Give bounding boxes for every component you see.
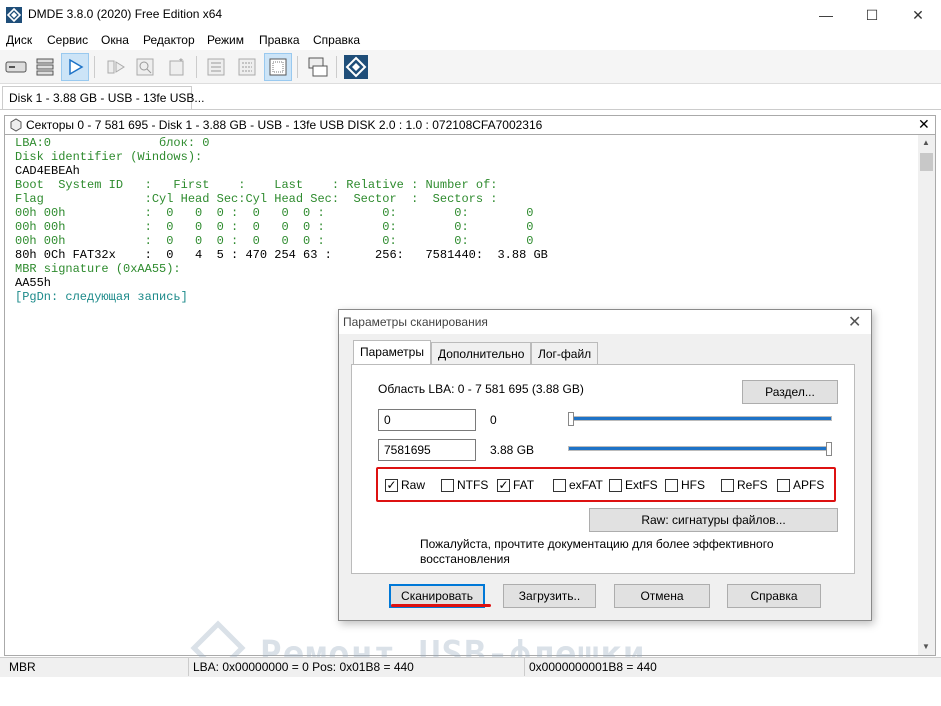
toolbar-separator xyxy=(196,56,197,78)
app-icon xyxy=(6,7,22,23)
toolbar-separator xyxy=(336,56,337,78)
close-button[interactable]: ✕ xyxy=(895,0,941,30)
help-button[interactable]: Справка xyxy=(727,584,821,608)
scan-icon[interactable] xyxy=(131,53,159,81)
menu-service[interactable]: Сервис xyxy=(47,33,88,47)
menu-editor[interactable]: Редактор xyxy=(143,33,195,47)
menu-help[interactable]: Справка xyxy=(313,33,360,47)
tab-divider xyxy=(0,109,941,110)
end-size-label: 3.88 GB xyxy=(490,443,535,457)
scroll-up-icon[interactable]: ▲ xyxy=(922,138,930,147)
table-icon[interactable] xyxy=(202,53,230,81)
sector-line: 00h 00h : 0 0 0 : 0 0 0 : 0: 0: 0 xyxy=(15,220,534,234)
disk-icon xyxy=(9,118,23,135)
scroll-thumb[interactable] xyxy=(920,153,933,171)
forward-icon[interactable] xyxy=(102,53,130,81)
end-slider-thumb[interactable] xyxy=(826,442,832,456)
list-icon[interactable] xyxy=(233,53,261,81)
status-divider xyxy=(188,658,189,676)
play-icon[interactable] xyxy=(61,53,89,81)
tab-advanced[interactable]: Дополнительно xyxy=(431,342,531,364)
sector-line: CAD4EBEAh xyxy=(15,164,80,178)
status-lba: LBA: 0x00000000 = 0 Pos: 0x01B8 = 440 xyxy=(193,660,414,674)
menu-windows[interactable]: Окна xyxy=(101,33,129,47)
lba-area-label: Область LBA: 0 - 7 581 695 (3.88 GB) xyxy=(378,382,584,396)
toolbar-separator xyxy=(297,56,298,78)
sector-line: [PgDn: следующая запись] xyxy=(15,290,188,304)
note-line-2: восстановления xyxy=(420,552,510,566)
sector-line: LBA:0 блок: 0 xyxy=(15,136,210,150)
highlight-box xyxy=(376,467,836,502)
highlight-underline xyxy=(391,604,491,607)
menu-disk[interactable]: Диск xyxy=(6,33,32,47)
status-offset: 0x0000000001B8 = 440 xyxy=(529,660,657,674)
menu-bar xyxy=(0,30,941,50)
tab-log-file[interactable]: Лог-файл xyxy=(531,342,598,364)
tab-disk[interactable]: Disk 1 - 3.88 GB - USB - 13fe USB... xyxy=(2,86,204,110)
sector-panel-close-icon[interactable]: ✕ xyxy=(918,116,930,133)
menu-edit[interactable]: Правка xyxy=(259,33,300,47)
vertical-scrollbar[interactable] xyxy=(918,135,935,655)
drive-icon[interactable] xyxy=(2,53,30,81)
tab-parameters[interactable]: Параметры xyxy=(353,340,431,365)
note-line-1: Пожалуйста, прочтите документацию для бо… xyxy=(420,537,774,551)
status-bar xyxy=(0,657,941,677)
copy-icon[interactable] xyxy=(304,53,332,81)
sector-text: LBA:0 блок: 0 Disk identifier (Windows): C… xyxy=(15,136,548,304)
dialog-title: Параметры сканирования xyxy=(343,315,488,329)
dialog-close-icon[interactable]: ✕ xyxy=(848,312,861,332)
dmde-logo-icon[interactable] xyxy=(342,53,370,81)
cancel-button[interactable]: Отмена xyxy=(614,584,710,608)
end-slider-track[interactable] xyxy=(568,446,832,451)
start-slider-thumb[interactable] xyxy=(568,412,574,426)
partitions-icon[interactable] xyxy=(31,53,59,81)
start-lba-input[interactable] xyxy=(378,409,476,431)
status-mbr: MBR xyxy=(9,660,36,674)
grid-icon[interactable] xyxy=(264,53,292,81)
menu-mode[interactable]: Режим xyxy=(207,33,244,47)
sector-line: 00h 00h : 0 0 0 : 0 0 0 : 0: 0: 0 xyxy=(15,206,534,220)
load-button[interactable]: Загрузить.. xyxy=(503,584,596,608)
svg-text:*: * xyxy=(179,57,183,68)
partition-button[interactable]: Раздел... xyxy=(742,380,838,404)
window-title: DMDE 3.8.0 (2020) Free Edition x64 xyxy=(28,7,223,21)
minimize-button[interactable]: — xyxy=(803,0,849,30)
sector-line: Flag :Cyl Head Sec:Cyl Head Sec: Sector … xyxy=(15,192,498,206)
sector-line: MBR signature (0xAA55): xyxy=(15,262,181,276)
sector-line: 00h 00h : 0 0 0 : 0 0 0 : 0: 0: 0 xyxy=(15,234,534,248)
sector-line: 80h 0Ch FAT32x : 0 4 5 : 470 254 63 : 25… xyxy=(15,248,548,262)
start-slider-track[interactable] xyxy=(568,416,832,421)
raw-signatures-button[interactable]: Raw: сигнатуры файлов... xyxy=(589,508,838,532)
start-size-label: 0 xyxy=(490,413,497,427)
maximize-button[interactable]: ☐ xyxy=(849,0,895,30)
sector-panel-title: Секторы 0 - 7 581 695 - Disk 1 - 3.88 GB… xyxy=(26,118,543,132)
status-divider xyxy=(524,658,525,676)
sector-line: AA55h xyxy=(15,276,52,290)
sector-line: Boot System ID : First : Last : Relative… xyxy=(15,178,498,192)
toolbar-separator xyxy=(94,56,95,78)
new-icon[interactable]: * xyxy=(163,53,191,81)
scroll-down-icon[interactable]: ▼ xyxy=(922,642,930,651)
sector-line: Disk identifier (Windows): xyxy=(15,150,203,164)
end-lba-input[interactable] xyxy=(378,439,476,461)
